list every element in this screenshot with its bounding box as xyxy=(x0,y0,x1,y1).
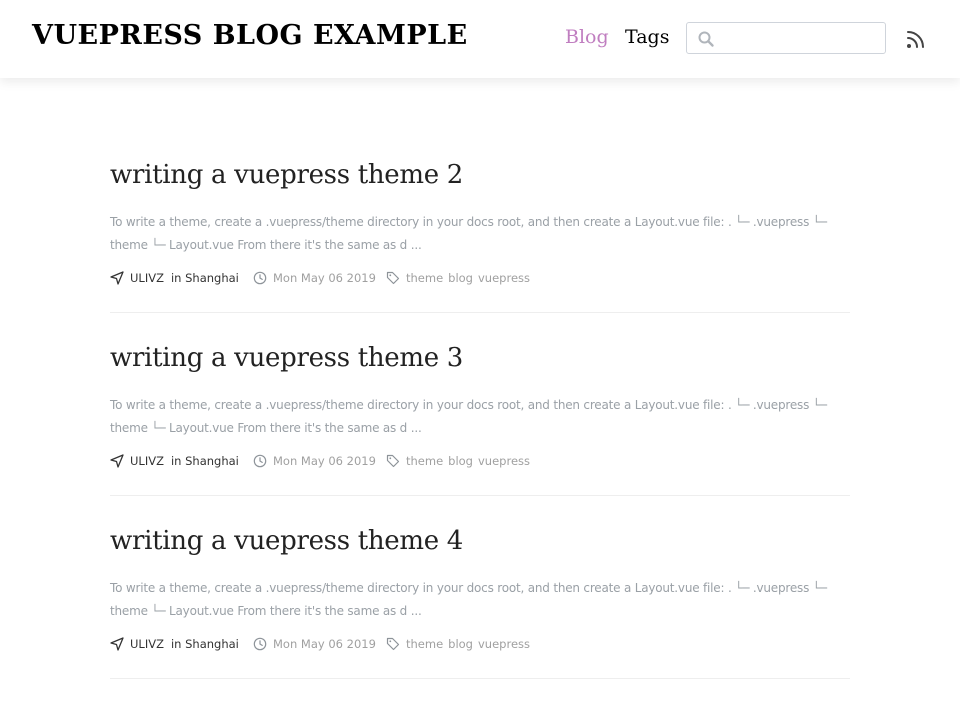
post-item: writing a vuepress theme 3 To write a th… xyxy=(110,313,850,496)
search-box[interactable] xyxy=(686,22,886,54)
tag-icon xyxy=(386,454,400,468)
date-text: Mon May 06 2019 xyxy=(273,637,376,651)
post-meta: ULIVZ in Shanghai Mon May 06 2019 theme … xyxy=(110,271,850,289)
tag-link[interactable]: theme xyxy=(406,271,443,285)
date-text: Mon May 06 2019 xyxy=(273,454,376,468)
author-location: in Shanghai xyxy=(170,271,239,285)
rss-icon[interactable] xyxy=(905,28,927,50)
post-tags: theme blog vuepress xyxy=(386,271,535,285)
tag-icon xyxy=(386,637,400,651)
tag-link[interactable]: theme xyxy=(406,454,443,468)
tag-icon xyxy=(386,271,400,285)
post-summary: To write a theme, create a .vuepress/the… xyxy=(110,398,827,435)
tag-link[interactable]: blog xyxy=(448,454,473,468)
author-name: ULIVZ xyxy=(130,271,164,285)
nav-link-blog[interactable]: Blog xyxy=(565,26,609,48)
tag-link[interactable]: blog xyxy=(448,637,473,651)
author-name: ULIVZ xyxy=(130,637,164,651)
clock-icon xyxy=(253,637,267,651)
search-input[interactable] xyxy=(719,27,883,51)
author-name: ULIVZ xyxy=(130,454,164,468)
navigation-icon xyxy=(110,637,124,651)
post-meta: ULIVZ in Shanghai Mon May 06 2019 theme … xyxy=(110,454,850,472)
post-date: Mon May 06 2019 xyxy=(253,454,376,468)
post-list: writing a vuepress theme 2 To write a th… xyxy=(110,130,850,679)
author-location: in Shanghai xyxy=(170,454,239,468)
post-title-link[interactable]: writing a vuepress theme 3 xyxy=(110,343,463,373)
site-title-link[interactable]: VUEPRESS BLOG EXAMPLE xyxy=(32,20,468,51)
post-tags: theme blog vuepress xyxy=(386,637,535,651)
post-title-link[interactable]: writing a vuepress theme 4 xyxy=(110,526,463,556)
post-item: writing a vuepress theme 2 To write a th… xyxy=(110,130,850,313)
post-author: ULIVZ in Shanghai xyxy=(110,454,239,468)
post-title-link[interactable]: writing a vuepress theme 2 xyxy=(110,160,463,190)
post-meta: ULIVZ in Shanghai Mon May 06 2019 theme … xyxy=(110,637,850,655)
site-header: VUEPRESS BLOG EXAMPLE Blog Tags xyxy=(0,0,960,78)
navigation-icon xyxy=(110,271,124,285)
nav-link-tags[interactable]: Tags xyxy=(625,26,669,48)
search-icon xyxy=(698,31,714,47)
clock-icon xyxy=(253,454,267,468)
post-item: writing a vuepress theme 4 To write a th… xyxy=(110,496,850,679)
tag-link[interactable]: vuepress xyxy=(478,637,530,651)
navigation-icon xyxy=(110,454,124,468)
tag-link[interactable]: theme xyxy=(406,637,443,651)
clock-icon xyxy=(253,271,267,285)
post-author: ULIVZ in Shanghai xyxy=(110,637,239,651)
post-tags: theme blog vuepress xyxy=(386,454,535,468)
tag-link[interactable]: vuepress xyxy=(478,454,530,468)
date-text: Mon May 06 2019 xyxy=(273,271,376,285)
tag-link[interactable]: blog xyxy=(448,271,473,285)
post-summary: To write a theme, create a .vuepress/the… xyxy=(110,581,827,618)
tag-link[interactable]: vuepress xyxy=(478,271,530,285)
author-location: in Shanghai xyxy=(170,637,239,651)
post-date: Mon May 06 2019 xyxy=(253,271,376,285)
post-date: Mon May 06 2019 xyxy=(253,637,376,651)
post-author: ULIVZ in Shanghai xyxy=(110,271,239,285)
post-summary: To write a theme, create a .vuepress/the… xyxy=(110,215,827,252)
